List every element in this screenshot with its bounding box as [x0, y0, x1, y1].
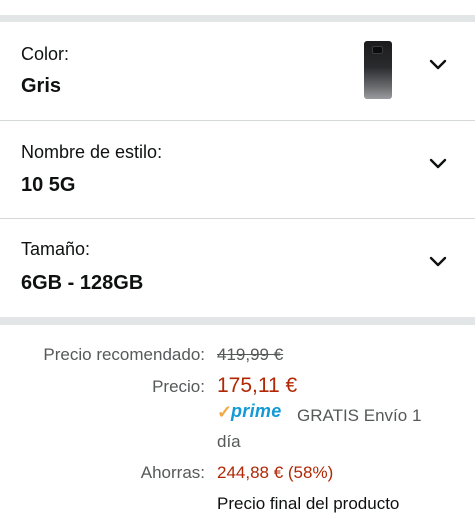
chevron-down-icon[interactable]: [429, 158, 447, 170]
camera-module-icon: [372, 46, 383, 54]
chevron-down-icon[interactable]: [429, 256, 447, 268]
section-divider: [0, 317, 475, 325]
price-value: 175,11 €: [217, 374, 298, 397]
price-label: Precio:: [152, 377, 205, 396]
option-label: Tamaño:: [21, 239, 91, 259]
option-value: 10 5G: [21, 174, 76, 196]
savings-label: Ahorras:: [140, 463, 205, 482]
prime-logo: prime: [231, 401, 282, 421]
variation-color[interactable]: Color: Gris: [0, 22, 475, 121]
final-price-note: Precio final del producto: [217, 494, 400, 513]
prime-check-icon: ✓: [217, 402, 233, 422]
option-label: Color:: [21, 44, 70, 64]
chevron-down-icon[interactable]: [429, 59, 447, 71]
top-divider: [0, 0, 475, 22]
variation-size[interactable]: Tamaño: 6GB - 128GB: [0, 219, 475, 317]
list-price-label: Precio recomendado:: [43, 345, 205, 364]
list-price-value: 419,99 €: [217, 345, 284, 364]
product-thumbnail[interactable]: [364, 41, 392, 99]
option-value: 6GB - 128GB: [21, 272, 144, 294]
savings-value: 244,88 € (58%): [217, 463, 334, 482]
option-value: Gris: [21, 75, 62, 97]
variation-style[interactable]: Nombre de estilo: 10 5G: [0, 121, 475, 219]
option-label: Nombre de estilo:: [21, 142, 163, 162]
